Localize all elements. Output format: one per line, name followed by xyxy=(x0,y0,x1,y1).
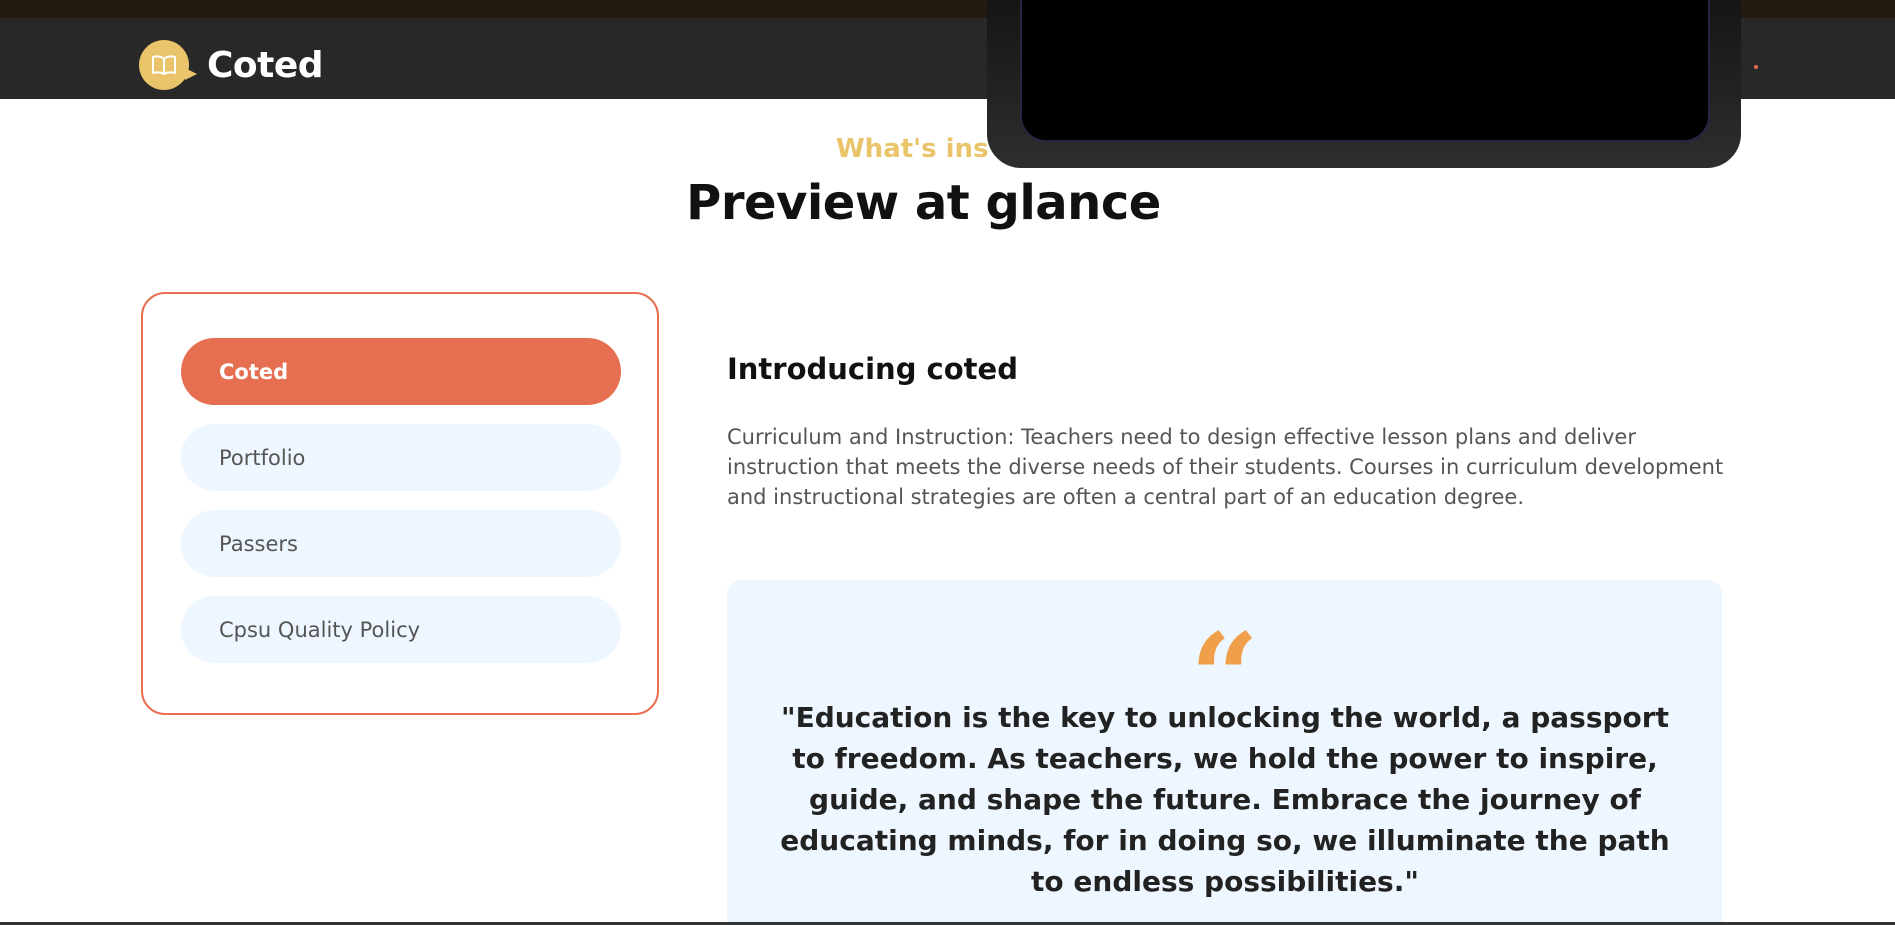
tab-portfolio[interactable]: Portfolio xyxy=(181,424,621,491)
content-title: Introducing coted xyxy=(727,352,1018,386)
tab-passers[interactable]: Passers xyxy=(181,510,621,577)
content-body: Curriculum and Instruction: Teachers nee… xyxy=(727,425,1724,509)
quote-text: "Education is the key to unlocking the w… xyxy=(780,701,1670,898)
brand-logo[interactable]: Coted xyxy=(139,40,324,90)
brand-name: Coted xyxy=(207,44,324,86)
tab-coted[interactable]: Coted xyxy=(181,338,621,405)
open-book-icon xyxy=(139,40,197,90)
section-eyebrow: What's ins xyxy=(836,134,989,164)
nav-indicator-dot xyxy=(1754,65,1758,69)
quote-icon: “ xyxy=(1190,618,1260,690)
tab-list: Coted Portfolio Passers Cpsu Quality Pol… xyxy=(141,292,659,715)
section-title: Preview at glance xyxy=(686,175,1161,231)
tab-cpsu-quality-policy[interactable]: Cpsu Quality Policy xyxy=(181,596,621,663)
device-mockup-screen xyxy=(1020,0,1710,142)
